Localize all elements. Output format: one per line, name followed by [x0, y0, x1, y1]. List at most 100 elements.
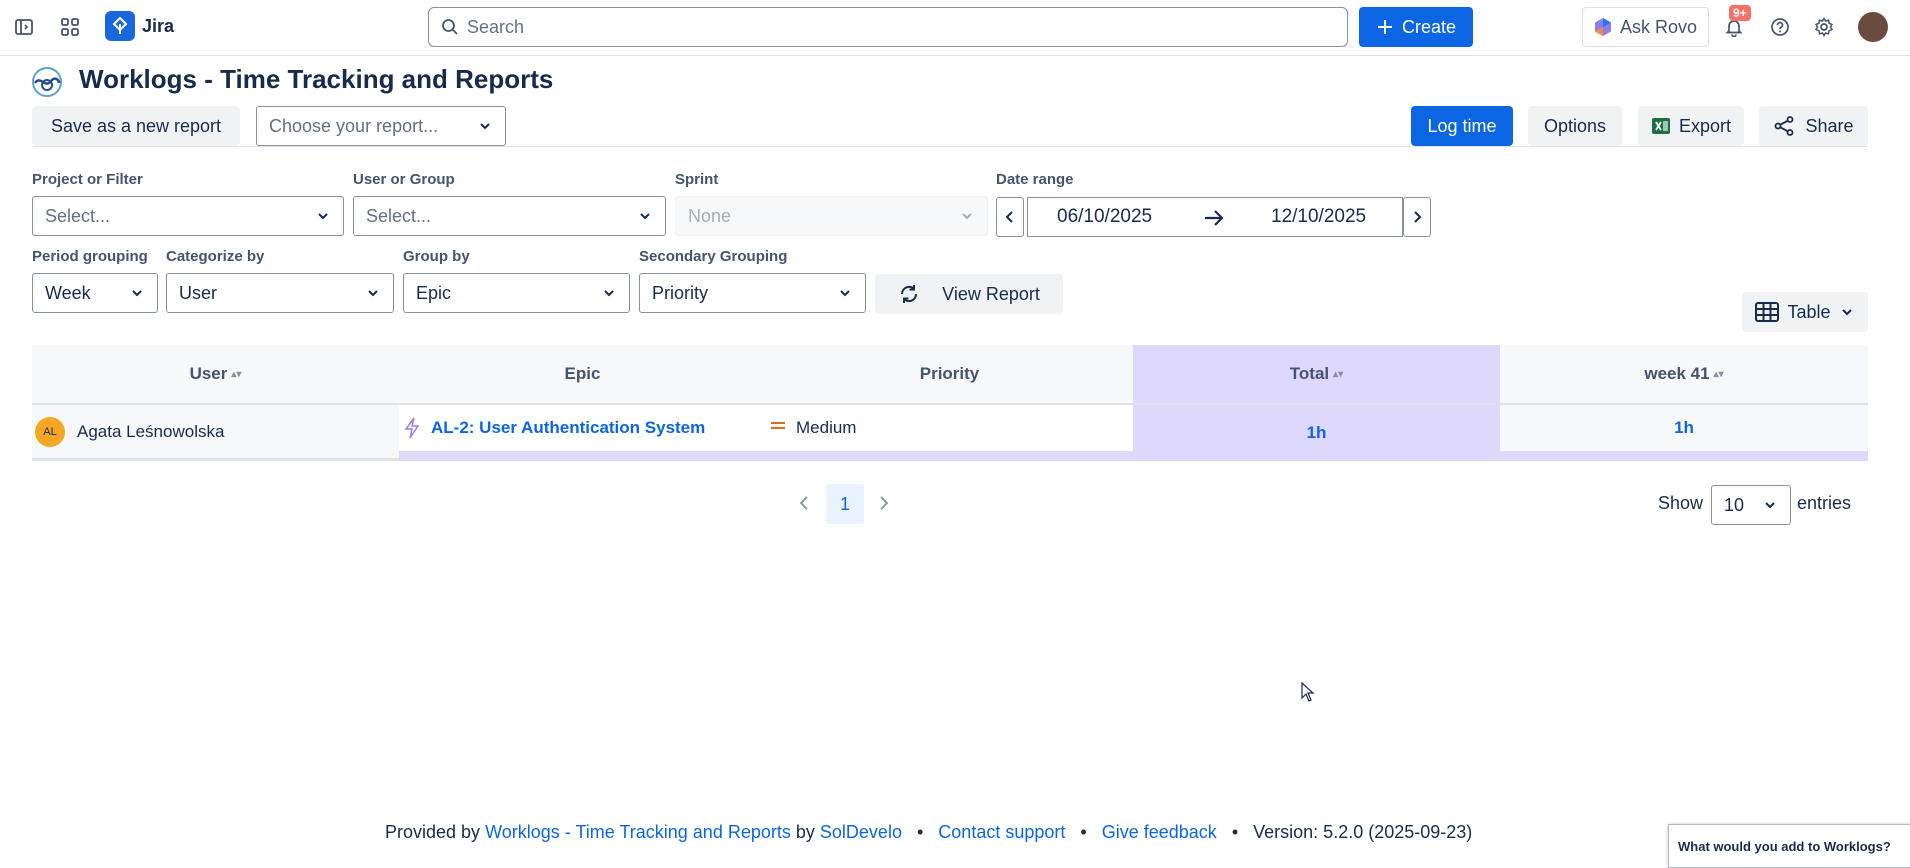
date-to[interactable]: 12/10/2025 — [1271, 206, 1366, 228]
period-grouping-label: Period grouping — [32, 248, 148, 265]
table-row-total-cell[interactable]: 1h — [1133, 405, 1500, 461]
sidebar-toggle-icon[interactable] — [8, 11, 40, 43]
table-row-user-cell: AL Agata Leśnowolska — [32, 405, 399, 461]
date-prev-button[interactable] — [996, 197, 1024, 237]
next-page-button[interactable] — [877, 494, 891, 517]
export-label: Export — [1678, 115, 1732, 136]
arrow-right-icon — [1205, 210, 1224, 226]
user-group-placeholder: Select... — [366, 205, 432, 226]
save-as-new-report-button[interactable]: Save as a new report — [32, 106, 240, 146]
priority-medium-icon — [771, 422, 785, 429]
help-icon[interactable] — [1764, 11, 1796, 43]
share-button[interactable]: Share — [1759, 106, 1868, 146]
plus-icon — [1377, 20, 1392, 34]
settings-gear-icon[interactable] — [1808, 11, 1840, 43]
header-divider — [32, 146, 1868, 147]
secondary-grouping-label: Secondary Grouping — [639, 248, 788, 265]
sort-icon: ▴▾ — [1333, 368, 1344, 380]
table-row-priority-cell: Medium — [766, 405, 1133, 461]
app-switcher-icon[interactable] — [54, 11, 86, 43]
chevron-down-icon — [962, 213, 972, 220]
ask-rovo-button[interactable]: Ask Rovo — [1582, 7, 1709, 47]
sprint-label: Sprint — [675, 171, 719, 188]
project-filter-placeholder: Select... — [45, 205, 111, 226]
rovo-icon — [1594, 18, 1611, 36]
column-header-user[interactable]: User ▴▾ — [32, 345, 399, 405]
search-input[interactable]: Search — [428, 7, 1348, 47]
chevron-down-icon — [840, 290, 850, 297]
footer-app-link[interactable]: Worklogs - Time Tracking and Reports — [485, 822, 791, 842]
app-name[interactable]: Jira — [142, 16, 174, 37]
secondary-grouping-select[interactable]: Priority — [639, 273, 866, 313]
ask-rovo-label: Ask Rovo — [1619, 16, 1698, 37]
group-by-select[interactable]: Epic — [403, 273, 630, 313]
entries-per-page-select[interactable]: 10 — [1711, 485, 1791, 525]
worklogs-logo-icon — [31, 66, 63, 98]
entries-value: 10 — [1724, 494, 1745, 515]
footer-version: Version: 5.2.0 (2025-09-23) — [1253, 822, 1473, 842]
refresh-icon — [901, 285, 918, 303]
categorize-by-label: Categorize by — [166, 248, 265, 265]
log-time-button[interactable]: Log time — [1411, 106, 1513, 146]
date-next-button[interactable] — [1403, 197, 1431, 237]
chevron-down-icon — [132, 290, 142, 297]
mouse-cursor-icon — [1301, 681, 1315, 707]
chevron-down-icon — [1765, 502, 1775, 509]
column-header-total[interactable]: Total ▴▾ — [1133, 345, 1500, 405]
sprint-select: None — [675, 196, 988, 236]
column-header-week41[interactable]: week 41 ▴▾ — [1500, 345, 1868, 405]
date-from[interactable]: 06/10/2025 — [1057, 206, 1152, 228]
show-label: Show — [1658, 493, 1704, 513]
priority-value: Medium — [796, 418, 857, 437]
create-button[interactable]: Create — [1359, 7, 1473, 47]
top-navigation: Jira Search Create Ask Rovo 9+ — [0, 0, 1910, 56]
chevron-right-icon — [880, 496, 889, 510]
chevron-down-icon — [1841, 309, 1852, 316]
epic-link[interactable]: AL-2: User Authentication System — [431, 418, 705, 438]
column-header-total-label: Total — [1289, 364, 1330, 383]
sort-icon: ▴▾ — [231, 368, 242, 380]
chevron-left-icon — [1005, 211, 1013, 223]
table-icon — [1755, 302, 1780, 322]
user-group-label: User or Group — [353, 171, 455, 188]
jira-logo-icon[interactable] — [105, 11, 135, 41]
week41-hours: 1h — [1674, 418, 1694, 437]
view-mode-dropdown[interactable]: Table — [1742, 292, 1868, 332]
group-by-value: Epic — [416, 282, 452, 303]
export-button[interactable]: Export — [1638, 106, 1744, 146]
user-initials-avatar: AL — [35, 416, 65, 447]
date-range-label: Date range — [996, 171, 1074, 188]
user-avatar[interactable] — [1858, 12, 1888, 42]
period-grouping-select[interactable]: Week — [32, 273, 158, 313]
footer-bullet: • — [906, 822, 934, 842]
footer-give-feedback-link[interactable]: Give feedback — [1102, 822, 1217, 842]
epic-lightning-icon — [404, 417, 420, 439]
feedback-widget[interactable]: What would you add to Worklogs? — [1668, 824, 1910, 868]
table-row-epic-cell: AL-2: User Authentication System — [399, 405, 766, 461]
table-row-week41-cell[interactable]: 1h — [1500, 405, 1868, 461]
chevron-down-icon — [368, 290, 378, 297]
page-1-button[interactable]: 1 — [826, 484, 864, 524]
notifications-badge: 9+ — [1729, 5, 1751, 21]
choose-report-select[interactable]: Choose your report... — [256, 106, 506, 146]
project-filter-select[interactable]: Select... — [32, 196, 344, 236]
footer-provided-by: Provided by — [385, 822, 481, 842]
search-icon — [442, 19, 458, 35]
view-mode-label: Table — [1787, 301, 1831, 322]
footer-vendor-link[interactable]: SolDevelo — [820, 822, 902, 842]
user-name: Agata Leśnowolska — [77, 421, 225, 441]
column-header-priority-label: Priority — [919, 364, 980, 383]
footer-contact-support-link[interactable]: Contact support — [938, 822, 1065, 842]
footer-bullet: • — [1070, 822, 1097, 842]
share-icon — [1775, 116, 1794, 136]
view-report-label: View Report — [942, 283, 1040, 304]
prev-page-button[interactable] — [797, 494, 811, 517]
view-report-button[interactable]: View Report — [875, 274, 1063, 314]
user-group-select[interactable]: Select... — [353, 196, 666, 236]
column-header-priority: Priority — [766, 345, 1133, 405]
date-range-input[interactable]: 06/10/2025 12/10/2025 — [1027, 197, 1403, 237]
categorize-by-select[interactable]: User — [166, 273, 394, 313]
chevron-down-icon — [640, 213, 650, 220]
column-header-week41-label: week 41 — [1644, 364, 1710, 383]
options-button[interactable]: Options — [1528, 106, 1622, 146]
